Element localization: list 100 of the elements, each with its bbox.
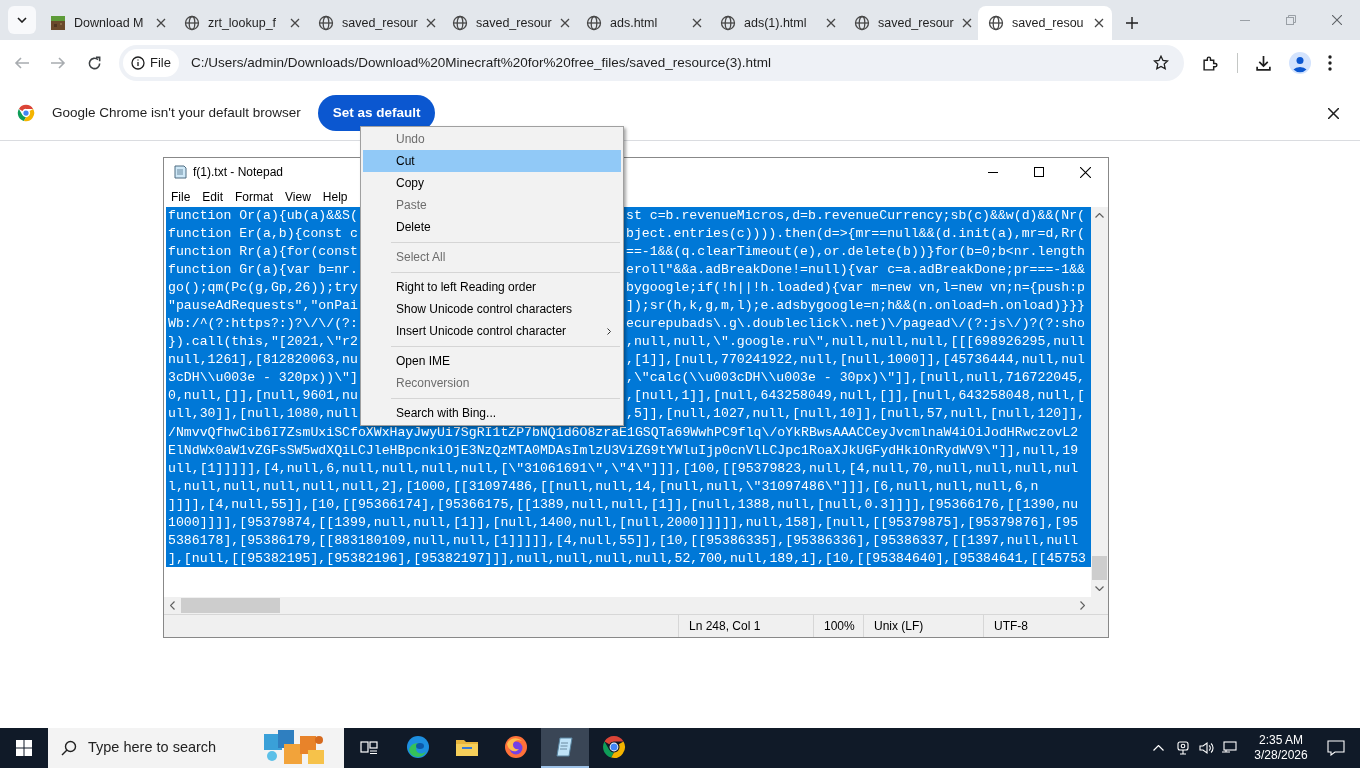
close-icon[interactable]	[425, 18, 436, 28]
code-text: ull,[1]]]]],[4,null,6,null,null,null,null,[\"31061691\",\"4\"]]],[100,[[95379823,null,[4,null,70,null,null,null,nul	[166, 459, 1091, 477]
star-icon[interactable]	[1153, 55, 1169, 71]
code-text: st c=b.revenueMicros,d=b.revenueCurrency;sb(c)&&w(d)&&(Nr(	[626, 207, 1086, 225]
close-icon[interactable]	[826, 18, 836, 28]
status-field: Ln 248, Col 1	[678, 615, 813, 637]
menu-item[interactable]: View	[279, 187, 317, 206]
scrollbar[interactable]	[1091, 207, 1108, 597]
taskbar-button[interactable]	[541, 728, 589, 768]
arrow-up-icon[interactable]	[1095, 213, 1104, 218]
code-text: l,null,null,null,null,null,2],[1000,[[31097486,[[null,null,14,[null,null,\"31097486\"]]],[6,null,null,null,6,n	[166, 477, 1091, 495]
close-icon[interactable]	[1079, 166, 1091, 178]
menu-item[interactable]: Delete	[363, 216, 621, 238]
windows-icon[interactable]	[16, 740, 32, 756]
close-icon[interactable]	[290, 18, 300, 28]
scrollbar[interactable]	[164, 597, 1091, 614]
minimize-icon[interactable]	[988, 171, 998, 173]
globe-icon	[452, 15, 468, 31]
code-text: go();qm(Pc(g,Gp,26));try	[168, 279, 358, 297]
browser-tab[interactable]: Download M	[40, 6, 174, 40]
close-icon[interactable]	[156, 18, 166, 28]
speaker-icon[interactable]	[1199, 741, 1215, 755]
code-text: bject.entries(c)))).then(d=>{mr==null&&(d.init(a),mr=d,Rr(	[626, 225, 1086, 243]
set-default-button[interactable]: Set as default	[317, 95, 436, 131]
code-text: 1000]]]],[95379874,[[1399,null,null,[1]],[null,1400,null,[null,2000]]]]],null,158],[null,[[95379875],[95379876],[95	[166, 513, 1091, 531]
close-icon[interactable]	[1094, 18, 1104, 28]
browser-tab[interactable]: ads(1).html	[710, 6, 844, 40]
code-text: ull,30]],[null,1080,null	[168, 405, 358, 423]
close-icon[interactable]	[559, 18, 570, 28]
close-icon[interactable]	[961, 18, 972, 28]
menu-item[interactable]: Help	[316, 187, 354, 206]
chevron-up-icon[interactable]	[1153, 745, 1164, 751]
search-box[interactable]: Type here to search	[48, 728, 344, 768]
notification-icon[interactable]	[1327, 740, 1345, 756]
chrome-icon[interactable]	[602, 735, 626, 759]
browser-tab[interactable]: ads.html	[576, 6, 710, 40]
scrollbar-thumb[interactable]	[1092, 556, 1107, 580]
edge-icon[interactable]	[406, 735, 430, 759]
code-text: bygoogle;if(!h||!h.loaded){var m=new vn,l=new vn;n={push:p	[626, 279, 1086, 297]
arrow-down-icon[interactable]	[1095, 586, 1104, 591]
code-text: function Rr(a){for(const	[168, 243, 358, 261]
status-field: Unix (LF)	[863, 615, 983, 637]
code-text: ==-1&&(q.clearTimeout(e),or.delete(b))}for(b=0;b<nr.length	[626, 243, 1086, 261]
menu-item[interactable]: Format	[229, 187, 280, 206]
block-icon	[50, 15, 66, 31]
reload-icon[interactable]	[87, 55, 102, 71]
browser-tab[interactable]: saved_resou	[978, 6, 1112, 40]
close-icon[interactable]	[692, 18, 702, 28]
notepad-icon[interactable]	[554, 736, 576, 758]
code-text: function Gr(a){var b=nr.	[168, 261, 358, 279]
network-icon[interactable]	[1221, 741, 1237, 755]
infobar-message: Google Chrome isn't your default browser	[52, 103, 301, 122]
browser-tab[interactable]: saved_resour	[844, 6, 978, 40]
menu-item[interactable]: Copy	[363, 172, 621, 194]
firefox-icon[interactable]	[504, 735, 528, 759]
code-text: "pauseAdRequests","onPai	[168, 297, 358, 315]
globe-icon	[586, 15, 602, 31]
code-text: eroll"&&a.adBreakDone!=null){var c=a.adBreakDone;pr===-1&&	[626, 261, 1086, 279]
browser-tab[interactable]: saved_resour	[442, 6, 576, 40]
menu-item[interactable]: Insert Unicode control character	[363, 320, 621, 342]
clock-time: 2:35 AM	[1259, 733, 1303, 748]
menu-item[interactable]: Open IME	[363, 350, 621, 372]
profile-icon[interactable]	[1289, 52, 1311, 74]
chevron-down-icon	[17, 17, 27, 23]
code-text: 0,null,[]],[null,9601,nu	[168, 387, 358, 405]
tab-search-button[interactable]	[8, 6, 36, 34]
browser-tab[interactable]: saved_resour	[308, 6, 442, 40]
download-icon[interactable]	[1255, 54, 1272, 72]
scrollbar-thumb[interactable]	[181, 598, 280, 613]
camera-icon[interactable]	[1176, 741, 1190, 755]
code-text: ]);sr(h,k,g,m,l);e.adsbygoogle=n;h&&(n.onload=h.onload)}}}	[626, 297, 1086, 315]
menu-item[interactable]: Show Unicode control characters	[363, 298, 621, 320]
code-text: 5386178],[95386179,[[883180109,null,null,[1]]]]],[4,null,55]],[10,[[95386335],[95386336],[95386337,[[1397,null,null	[166, 531, 1091, 549]
menu-item[interactable]: File	[165, 187, 197, 206]
menu-item[interactable]: Right to left Reading order	[363, 276, 621, 298]
search-icon	[61, 740, 77, 756]
code-text: ],[null,[[95382195],[95382196],[95382197]]],null,null,null,null,52,700,null,189,1],[10,[[95384640],[95384641,[[45753	[166, 549, 1091, 567]
maximize-icon[interactable]	[1034, 167, 1044, 177]
task-view-icon[interactable]	[360, 739, 378, 755]
puzzle-icon	[264, 730, 326, 766]
menu-item[interactable]: Edit	[196, 187, 230, 206]
close-icon[interactable]	[1328, 107, 1339, 119]
info-icon	[131, 56, 145, 70]
address-bar[interactable]: File C:/Users/admin/Downloads/Download%20Minecraft%20for%20free_files/saved_resource(3).html	[119, 45, 1184, 81]
status-field: 100%	[813, 615, 863, 637]
folder-icon[interactable]	[455, 737, 479, 757]
menu-item[interactable]: Search with Bing...	[363, 402, 621, 424]
menu-item[interactable]: Cut	[363, 150, 621, 172]
arrow-left-icon[interactable]	[170, 601, 175, 610]
code-text: function Er(a,b){const c	[168, 225, 358, 243]
code-text: }).call(this,"[2021,\"r2	[168, 333, 358, 351]
code-text: null,1261],[812820063,nu	[168, 351, 358, 369]
extensions-icon[interactable]	[1202, 54, 1219, 72]
menu-icon[interactable]	[1328, 55, 1332, 71]
code-text: /NmvvQfhwCib6I7ZsmUxiSCfoXWxHayJwyUi7SgRI1tZP7bNQ1d6O8zraE1GSQTa69WwhPC9flq\/oYkRBwsAAACCeyJvcmlnaW4iOiJodHRwczovL2	[166, 423, 1091, 441]
site-info-button[interactable]: File	[123, 49, 179, 77]
arrow-right-icon[interactable]	[1080, 601, 1085, 610]
browser-tab[interactable]: zrt_lookup_f	[174, 6, 308, 40]
chevron-right-icon	[607, 327, 611, 335]
plus-icon[interactable]	[1126, 17, 1138, 29]
